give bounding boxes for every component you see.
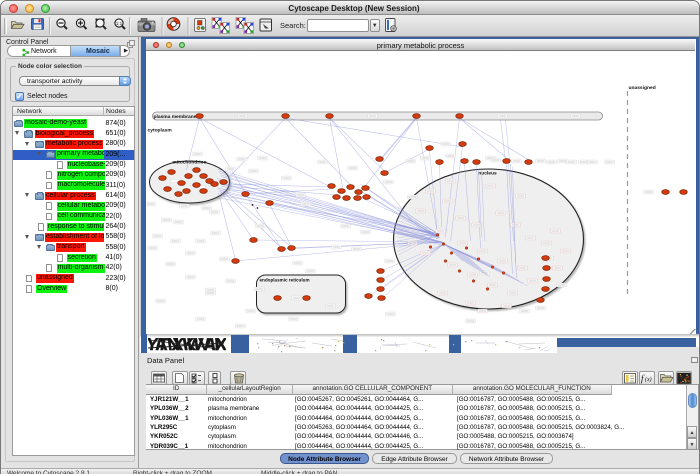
svg-text:unassigned: unassigned xyxy=(629,85,656,91)
svg-text:mitochondrion: mitochondrion xyxy=(172,160,206,166)
svg-text:X: X xyxy=(215,335,226,353)
svg-text:(x): (x) xyxy=(645,376,652,383)
svg-text:1:1: 1:1 xyxy=(116,21,123,26)
svg-text:nucleus: nucleus xyxy=(478,171,497,177)
svg-text:cytoplasm: cytoplasm xyxy=(148,128,173,134)
svg-text:plasma membrane: plasma membrane xyxy=(154,114,197,120)
svg-text:endoplasmic reticulum: endoplasmic reticulum xyxy=(260,278,310,283)
